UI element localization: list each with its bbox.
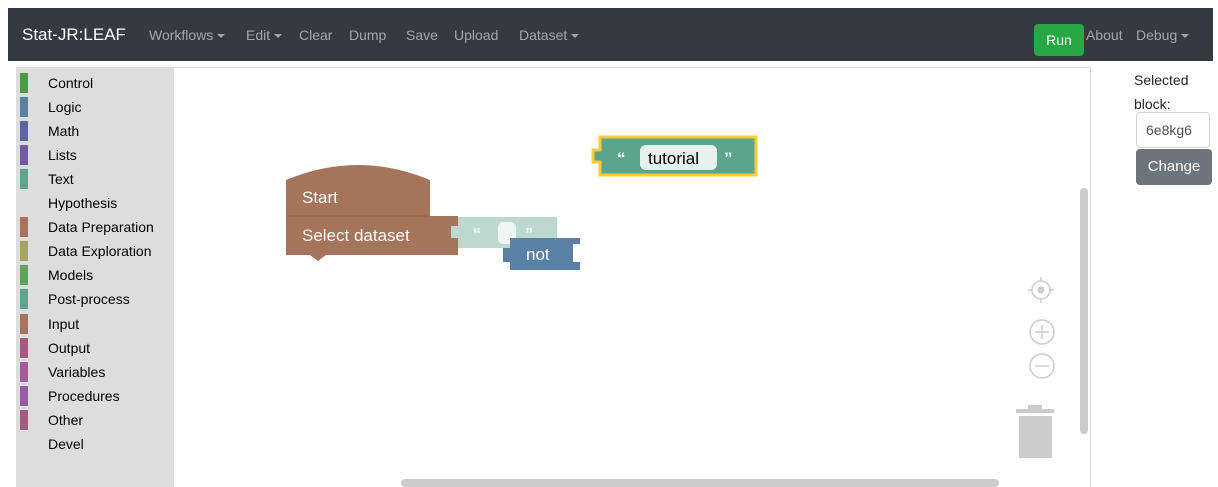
selected-block-input[interactable]: 6e8kg6 — [1136, 112, 1210, 148]
quote-open: “ — [617, 149, 626, 168]
start-block[interactable]: Start Select dataset — [286, 165, 458, 261]
workspace-vertical-scrollbar[interactable] — [1080, 188, 1088, 434]
select-dataset-label: Select dataset — [302, 226, 410, 245]
selected-block-label: Selected block: — [1134, 72, 1189, 112]
change-button[interactable]: Change — [1136, 149, 1212, 185]
quote-close: ” — [724, 149, 733, 168]
workspace-blocks-layer: “ tutorial ” Start Select dataset “ ” no… — [286, 135, 1055, 458]
recenter-icon[interactable] — [1028, 277, 1054, 303]
not-label: not — [526, 245, 550, 264]
zoom-in-icon[interactable] — [1029, 319, 1055, 345]
workspace-horizontal-scrollbar[interactable] — [401, 479, 999, 487]
text-block-tutorial[interactable]: “ tutorial ” — [591, 135, 758, 177]
tutorial-text-field[interactable]: tutorial — [648, 149, 699, 168]
quote-open: “ — [473, 226, 481, 243]
zoom-out-icon[interactable] — [1029, 353, 1055, 379]
start-label: Start — [302, 188, 338, 207]
trash-icon[interactable] — [1016, 405, 1054, 458]
not-logic-block[interactable]: not — [503, 238, 580, 270]
